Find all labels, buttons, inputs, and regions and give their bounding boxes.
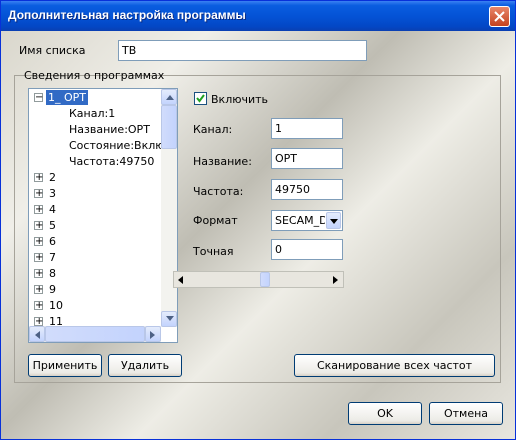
tree-collapse-toggle[interactable]: −	[34, 92, 43, 103]
arrow-right-icon	[150, 331, 155, 339]
cancel-button[interactable]: Отмена	[429, 402, 503, 425]
tree-expand-toggle[interactable]: +	[34, 252, 43, 263]
window-title: Дополнительная настройка программы	[8, 8, 246, 22]
list-name-label: Имя списка	[19, 44, 86, 57]
format-dropdown-button[interactable]	[326, 212, 341, 229]
dialog-window: Дополнительная настройка программы Имя с…	[0, 0, 516, 440]
tree-expand-toggle[interactable]: +	[34, 220, 43, 231]
format-value: SECAM_D	[275, 214, 325, 227]
checkmark-icon	[196, 94, 205, 103]
arrow-left-icon	[35, 331, 40, 339]
tree-expand-toggle[interactable]: +	[34, 172, 43, 183]
fine-label: Точная	[193, 245, 234, 258]
tree-horizontal-scrollbar[interactable]	[29, 326, 161, 342]
tree-node[interactable]: 9	[49, 282, 56, 297]
scroll-left-button[interactable]	[29, 326, 45, 342]
arrow-up-icon	[166, 95, 174, 100]
scroll-right-button[interactable]	[145, 326, 161, 342]
tree-node[interactable]: 2	[49, 170, 56, 185]
close-button[interactable]	[489, 6, 510, 27]
tree-node[interactable]: 8	[49, 266, 56, 281]
chevron-down-icon	[330, 219, 338, 224]
tree-expand-toggle[interactable]: +	[34, 284, 43, 295]
enable-checkbox[interactable]	[194, 92, 207, 105]
scan-all-button[interactable]: Сканирование всех частот	[294, 354, 495, 377]
format-select[interactable]: SECAM_D	[271, 210, 343, 231]
tree-expand-toggle[interactable]: +	[34, 300, 43, 311]
tree-expand-toggle[interactable]: +	[34, 204, 43, 215]
close-icon	[494, 11, 505, 22]
fine-tune-slider[interactable]	[173, 271, 344, 288]
frequency-label: Частота:	[193, 185, 244, 198]
enable-label: Включить	[211, 93, 269, 106]
scroll-up-button[interactable]	[161, 89, 177, 105]
tree-node-selected[interactable]: 1_ OPT	[46, 90, 89, 105]
scroll-down-button[interactable]	[161, 311, 177, 327]
channel-input[interactable]: 1	[271, 118, 343, 139]
tree-node[interactable]: 10	[49, 298, 63, 313]
list-name-input[interactable]: TB	[118, 40, 367, 61]
tree-node[interactable]: 4	[49, 202, 56, 217]
tree-expand-toggle[interactable]: +	[34, 268, 43, 279]
tree-node[interactable]: 6	[49, 234, 56, 249]
arrow-down-icon	[166, 316, 174, 321]
tree-node[interactable]: 3	[49, 186, 56, 201]
slider-thumb[interactable]	[260, 272, 270, 287]
name-label: Название:	[193, 155, 252, 168]
format-label: Формат	[193, 214, 238, 227]
name-input[interactable]: OPT	[271, 148, 343, 169]
programs-group-label: Сведения о программах	[24, 69, 165, 82]
tree-child-name[interactable]: Название:OPT	[69, 122, 150, 137]
fine-input[interactable]: 0	[271, 239, 343, 260]
channel-label: Канал:	[193, 123, 233, 136]
arrow-left-icon	[178, 276, 183, 284]
tree-expand-toggle[interactable]: +	[34, 316, 43, 327]
hscroll-thumb[interactable]	[45, 326, 145, 342]
tree-node[interactable]: 5	[49, 218, 56, 233]
tree-child-frequency[interactable]: Частота:49750	[69, 154, 154, 169]
frequency-input[interactable]: 49750	[271, 179, 343, 200]
tree-node[interactable]: 7	[49, 250, 56, 265]
ok-button[interactable]: OK	[348, 402, 422, 425]
title-bar[interactable]: Дополнительная настройка программы	[1, 1, 515, 31]
programs-tree[interactable]: − 1_ OPT Канал:1 Название:OPT Состояние:…	[28, 88, 178, 343]
tree-expand-toggle[interactable]: +	[34, 188, 43, 199]
tree-expand-toggle[interactable]: +	[34, 236, 43, 247]
tree-child-channel[interactable]: Канал:1	[69, 106, 115, 121]
arrow-right-icon	[333, 276, 338, 284]
tree-vertical-scrollbar[interactable]	[161, 89, 177, 327]
apply-button[interactable]: Применить	[28, 354, 102, 377]
scroll-thumb[interactable]	[161, 105, 177, 149]
delete-button[interactable]: Удалить	[108, 354, 182, 377]
